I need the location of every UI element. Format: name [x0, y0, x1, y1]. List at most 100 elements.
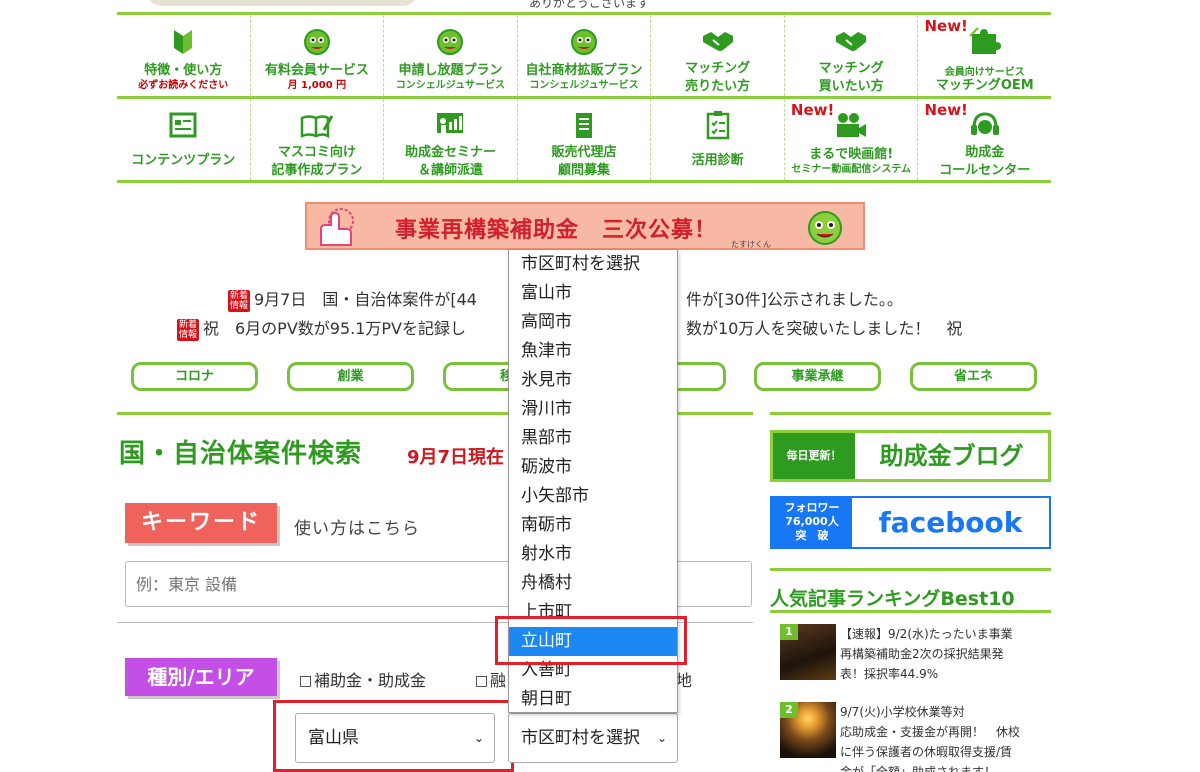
city-option[interactable]: 南砺市 — [509, 511, 677, 540]
city-option[interactable]: 小矢部市 — [509, 482, 677, 511]
highlight-prefecture — [273, 700, 514, 772]
facebook-banner[interactable]: フォロワー 76,000人突 破 facebook — [770, 496, 1051, 549]
new-info-badge: 新着 情報 — [228, 289, 250, 312]
category-pill-corona[interactable]: コロナ — [131, 362, 258, 391]
header-text-fragment: ありがとうございます — [529, 0, 650, 10]
nav-label: 自社商材拡販プラン — [525, 63, 643, 78]
city-option[interactable]: 黒部市 — [509, 424, 677, 453]
ranking-item[interactable]: 2 9/7(火)小学校休業等対 応助成金・支援金が再開！ 休校 に伴う保護者の休… — [780, 702, 1050, 772]
nav-sublabel: 記事作成プラン — [271, 163, 363, 178]
category-pill-startup[interactable]: 創業 — [287, 362, 414, 391]
nav-item-r1-7[interactable]: New! 会員向けサービス マッチングOEM — [918, 15, 1051, 96]
document-icon — [166, 109, 200, 141]
news-line-1-right: 件が[30件]公示されました。。 — [686, 290, 903, 309]
mascot-icon — [433, 25, 467, 57]
reconstruction-subsidy-banner[interactable]: 事業再構築補助金 三次公募！ たすけくん — [305, 202, 865, 250]
nav-label: 助成金 — [965, 145, 1005, 160]
nav-label: マッチング — [818, 61, 884, 76]
blog-daily-label: 毎日更新！ — [773, 433, 855, 479]
city-option[interactable]: 富山市 — [509, 279, 677, 308]
facebook-logo-text: facebook — [878, 506, 1023, 539]
area-tag: 種別/エリア — [125, 658, 277, 696]
headset-icon — [968, 109, 1002, 141]
checkbox-other[interactable]: 地 — [676, 667, 692, 691]
nav-row-2: コンテンツプラン マスコミ向け 記事作成プラン 助成金セミナー ＆講師派遣 販売代理店 顧問… — [117, 99, 1051, 183]
nav-item-r1-4[interactable]: 自社商材拡販プランコンシェルジュサービス — [518, 15, 652, 96]
ranking-item[interactable]: 1 【速報】9/2(水)たったいま事業 再構築補助金2次の採択結果発 表！採択率… — [780, 624, 1050, 686]
city-option[interactable]: 砺波市 — [509, 453, 677, 482]
checklist-icon — [701, 109, 735, 141]
mascot-icon — [808, 211, 842, 245]
news-line-2: 新着 情報祝 6月のPV数が95.1万PVを記録し — [177, 315, 466, 341]
nav-item-r2-1[interactable]: コンテンツプラン — [117, 99, 251, 180]
mascot-icon — [300, 25, 334, 57]
nav-item-r2-2[interactable]: マスコミ向け 記事作成プラン — [251, 99, 385, 180]
nav-label: コンテンツプラン — [131, 153, 236, 168]
city-option[interactable]: 高岡市 — [509, 308, 677, 337]
nav-label: まるで映画館! — [809, 147, 894, 162]
city-option[interactable]: 舟橋村 — [509, 569, 677, 598]
blog-banner[interactable]: 毎日更新！ 助成金ブログ — [770, 430, 1051, 482]
checkbox-financing[interactable]: 融 — [476, 667, 506, 691]
book-pen-icon — [300, 109, 334, 141]
mascot-icon — [567, 25, 601, 57]
nav-sublabel: コンシェルジュサービス — [529, 80, 639, 91]
nav-item-r1-5[interactable]: マッチング 売りたい方 — [651, 15, 785, 96]
pointing-hand-icon — [320, 208, 354, 246]
city-option[interactable]: 市区町村を選択 — [509, 250, 677, 279]
nav-item-r2-6[interactable]: New! まるで映画館! セミナー動画配信システム — [785, 99, 919, 180]
nav-item-r1-6[interactable]: マッチング 買いたい方 — [785, 15, 919, 96]
article-title: 9/7(火)小学校休業等対 応助成金・支援金が再開！ 休校 に伴う保護者の休暇取… — [840, 705, 1021, 772]
search-title: 国・自治体案件検索 — [119, 439, 363, 469]
sidebar-divider — [770, 568, 1051, 571]
nav-label: マスコミ向け — [277, 145, 356, 160]
nav-item-r2-5[interactable]: 活用診断 — [651, 99, 785, 180]
checkbox-subsidy[interactable]: 補助金・助成金 — [300, 667, 426, 691]
nav-sublabel: マッチングOEM — [935, 78, 1034, 93]
checkbox-box[interactable] — [300, 676, 311, 687]
nav-label: マッチング — [685, 61, 751, 76]
clipboard-icon — [567, 109, 601, 141]
checkbox-box[interactable] — [476, 676, 487, 687]
new-badge: New! — [790, 101, 835, 119]
nav-label: 販売代理店 — [551, 145, 617, 160]
chevron-down-icon: ⌄ — [656, 731, 667, 745]
nav-item-r1-1[interactable]: 特徴・使い方 必ずお読みください — [117, 15, 251, 96]
new-badge: New! — [924, 101, 968, 119]
new-badge: New! — [924, 17, 968, 35]
news-text-left: 9月7日 国・自治体案件が[44 — [254, 290, 477, 309]
facebook-follower-label: フォロワー 76,000人突 破 — [772, 498, 852, 547]
leaf-icon — [166, 25, 200, 57]
new-info-badge: 新着 情報 — [177, 318, 199, 341]
nav-item-r2-7[interactable]: New! 助成金コールセンター — [918, 99, 1051, 180]
nav-item-r1-2[interactable]: 有料会員サービス月 1,000 円 — [251, 15, 385, 96]
nav-sublabel: 必ずお読みください — [138, 80, 229, 91]
news-line-1: 新着 情報 9月7日 国・自治体案件が[44 — [228, 286, 477, 312]
city-select[interactable]: 市区町村を選択 ⌄ — [508, 713, 678, 763]
nav-sublabel: 顧問募集 — [558, 163, 611, 178]
header-logo-fragment — [147, 0, 417, 6]
top-band: ありがとうございます — [117, 0, 1051, 12]
nav-label: 活用診断 — [691, 153, 744, 168]
city-option[interactable]: 滑川市 — [509, 395, 677, 424]
video-camera-icon — [834, 109, 868, 141]
nav-item-r2-3[interactable]: 助成金セミナー ＆講師派遣 — [384, 99, 518, 180]
city-option[interactable]: 朝日町 — [509, 685, 677, 714]
nav-label: 有料会員サービス — [264, 63, 369, 78]
nav-label: 助成金セミナー — [404, 145, 496, 160]
category-pill-succession[interactable]: 事業承継 — [754, 362, 881, 391]
puzzle-icon — [968, 25, 1002, 57]
nav-item-r1-3[interactable]: 申請し放題プラン コンシェルジュサービス — [384, 15, 518, 96]
category-pill-energy[interactable]: 省エネ — [910, 362, 1037, 391]
rank-number: 2 — [780, 702, 798, 718]
presentation-icon — [433, 109, 467, 141]
city-option[interactable]: 魚津市 — [509, 337, 677, 366]
nav-sublabel: セミナー動画配信システム — [791, 164, 912, 175]
city-option[interactable]: 氷見市 — [509, 366, 677, 395]
nav-item-r2-4[interactable]: 販売代理店 顧問募集 — [518, 99, 652, 180]
news-line-2-right: 数が10万人を突破いたしました！ 祝 — [686, 319, 963, 338]
nav-sublabel: コールセンター — [939, 163, 1031, 178]
sidebar-divider — [770, 412, 1051, 415]
city-option[interactable]: 射水市 — [509, 540, 677, 569]
howto-link[interactable]: 使い方はこちら — [294, 514, 420, 539]
